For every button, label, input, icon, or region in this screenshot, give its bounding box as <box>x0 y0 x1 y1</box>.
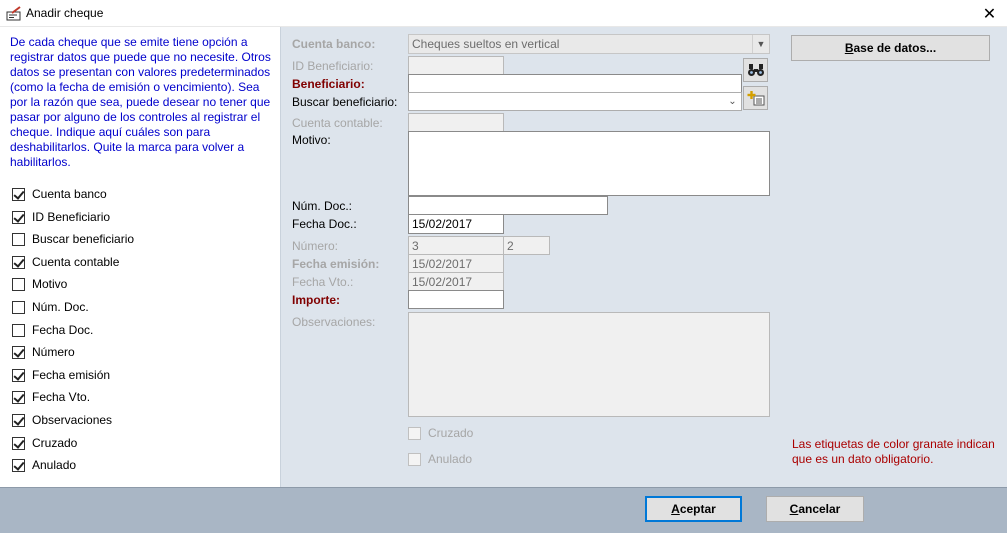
anulado-checkbox[interactable]: Anulado <box>408 452 472 466</box>
disable-option-label: Fecha Doc. <box>32 323 94 337</box>
aceptar-label: ceptar <box>679 502 716 516</box>
disable-option-row[interactable]: Fecha Doc. <box>12 322 93 338</box>
disable-option-row[interactable]: Cuenta banco <box>12 186 107 202</box>
instructions-text: De cada cheque que se emite tiene opción… <box>10 35 271 169</box>
motivo-label: Motivo: <box>292 133 331 147</box>
disable-option-row[interactable]: Fecha Vto. <box>12 389 90 405</box>
fecha-emision-label: Fecha emisión: <box>292 257 380 271</box>
disable-option-checkbox[interactable] <box>12 413 25 427</box>
beneficiario-field[interactable] <box>408 74 742 93</box>
cuenta-banco-select[interactable]: Cheques sueltos en vertical ▼ <box>408 34 770 54</box>
disable-option-row[interactable]: Núm. Doc. <box>12 299 89 315</box>
disable-option-checkbox[interactable] <box>12 255 25 269</box>
disable-option-row[interactable]: Anulado <box>12 457 76 473</box>
disable-option-label: Cuenta contable <box>32 255 120 269</box>
anulado-label: Anulado <box>428 452 473 466</box>
cuenta-banco-value: Cheques sueltos en vertical <box>412 37 560 51</box>
cuenta-contable-field[interactable] <box>408 113 504 132</box>
disable-option-label: Cruzado <box>32 436 78 450</box>
fecha-vto-field[interactable]: 15/02/2017 <box>408 272 504 291</box>
disable-option-checkbox[interactable] <box>12 458 25 472</box>
id-beneficiario-label: ID Beneficiario: <box>292 59 374 73</box>
add-record-icon <box>747 91 764 106</box>
anulado-box[interactable] <box>408 452 421 466</box>
binoculars-icon <box>747 64 764 76</box>
numero-secondary-field[interactable]: 2 <box>503 236 550 255</box>
disable-option-row[interactable]: Observaciones <box>12 412 112 428</box>
id-beneficiario-field[interactable] <box>408 56 504 75</box>
disable-option-checkbox[interactable] <box>12 232 25 246</box>
disable-option-label: Número <box>32 345 75 359</box>
fecha-vto-label: Fecha Vto.: <box>292 275 354 289</box>
disable-option-label: Observaciones <box>32 413 113 427</box>
disable-option-checkbox[interactable] <box>12 345 25 359</box>
observaciones-field[interactable] <box>408 312 770 417</box>
disable-option-checkbox[interactable] <box>12 436 25 450</box>
disable-option-row[interactable]: Número <box>12 344 75 360</box>
disable-option-checkbox[interactable] <box>12 368 25 382</box>
add-beneficiario-button[interactable] <box>743 86 768 110</box>
base-de-datos-button[interactable]: Base de datos... <box>791 35 990 61</box>
buscar-beneficiario-label: Buscar beneficiario: <box>292 95 398 109</box>
cruzado-label: Cruzado <box>428 426 474 440</box>
cheque-app-icon <box>6 6 22 22</box>
disable-option-checkbox[interactable] <box>12 390 25 404</box>
close-button[interactable]: ✕ <box>972 0 1007 27</box>
disable-option-checkbox[interactable] <box>12 277 25 291</box>
disable-option-checkbox[interactable] <box>12 187 25 201</box>
numero-label: Número: <box>292 239 339 253</box>
window-title: Anadir cheque <box>26 6 104 20</box>
numero-field[interactable]: 3 <box>408 236 504 255</box>
disable-option-row[interactable]: Fecha emisión <box>12 367 110 383</box>
disable-option-label: Núm. Doc. <box>32 300 89 314</box>
chevron-down-icon: ⌄ <box>728 96 737 107</box>
aceptar-button[interactable]: Aceptar <box>645 496 742 522</box>
disable-option-label: Cuenta banco <box>32 187 107 201</box>
disable-option-checkbox[interactable] <box>12 210 25 224</box>
cruzado-checkbox[interactable]: Cruzado <box>408 426 473 440</box>
cancelar-mnemonic: C <box>789 502 799 516</box>
disable-option-label: Buscar beneficiario <box>32 232 135 246</box>
required-fields-note: Las etiquetas de color granate indican q… <box>792 437 995 466</box>
chevron-down-icon: ▼ <box>752 35 769 53</box>
disable-option-label: Anulado <box>32 458 77 472</box>
disable-option-label: Fecha Vto. <box>32 390 91 404</box>
base-de-datos-label: ase de datos... <box>853 41 937 55</box>
close-icon: ✕ <box>982 5 997 23</box>
search-beneficiario-button[interactable] <box>743 58 768 82</box>
observaciones-label: Observaciones: <box>292 315 376 329</box>
cuenta-banco-label: Cuenta banco: <box>292 37 376 51</box>
disable-option-checkbox[interactable] <box>12 300 25 314</box>
disable-option-checkbox[interactable] <box>12 323 25 337</box>
fecha-emision-field[interactable]: 15/02/2017 <box>408 254 504 273</box>
buscar-beneficiario-select[interactable]: ⌄ <box>408 92 742 111</box>
cuenta-contable-label: Cuenta contable: <box>292 116 383 130</box>
cruzado-box[interactable] <box>408 426 421 440</box>
importe-label: Importe: <box>292 293 340 307</box>
fecha-doc-label: Fecha Doc.: <box>292 217 357 231</box>
disable-option-label: Motivo <box>32 277 68 291</box>
disable-option-label: ID Beneficiario <box>32 210 111 224</box>
disable-option-row[interactable]: ID Beneficiario <box>12 209 110 225</box>
cancelar-label: ancelar <box>798 502 841 516</box>
disable-option-row[interactable]: Cuenta contable <box>12 254 119 270</box>
cancelar-button[interactable]: Cancelar <box>766 496 864 522</box>
importe-field[interactable] <box>408 290 504 309</box>
fecha-doc-field[interactable]: 15/02/2017 <box>408 214 504 234</box>
num-doc-label: Núm. Doc.: <box>292 199 353 213</box>
disable-option-label: Fecha emisión <box>32 368 111 382</box>
disable-option-row[interactable]: Cruzado <box>12 435 77 451</box>
title-bar <box>0 0 1007 27</box>
disable-option-row[interactable]: Motivo <box>12 276 67 292</box>
disable-option-row[interactable]: Buscar beneficiario <box>12 231 134 247</box>
beneficiario-label: Beneficiario: <box>292 77 365 91</box>
num-doc-field[interactable] <box>408 196 608 215</box>
aceptar-mnemonic: A <box>671 502 680 516</box>
motivo-field[interactable] <box>408 131 770 196</box>
